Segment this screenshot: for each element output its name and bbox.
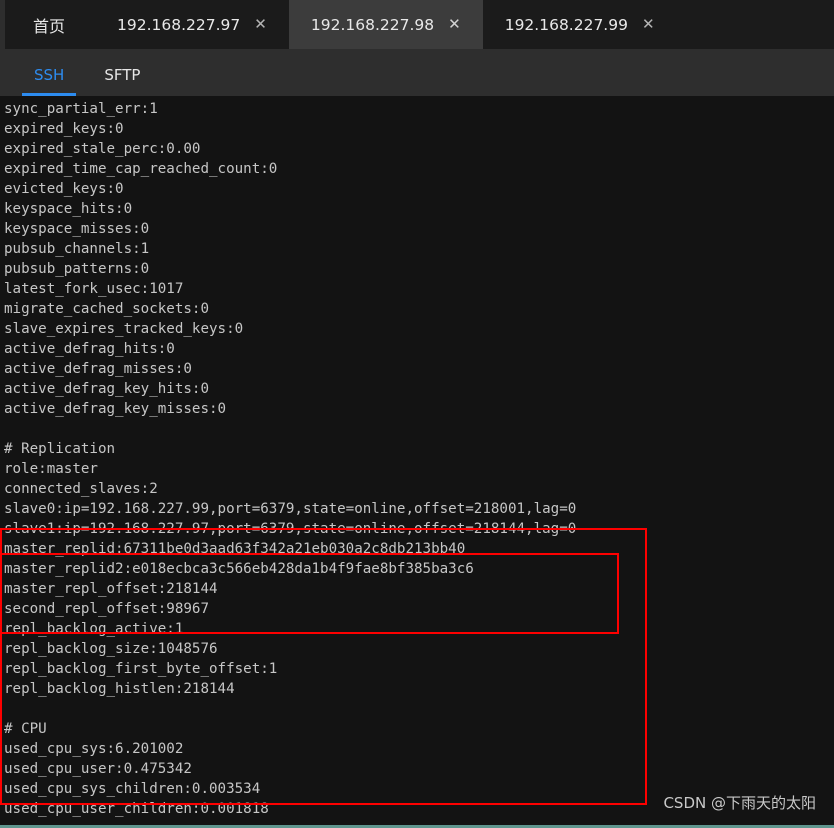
terminal-line: master_repl_offset:218144 [4,581,218,597]
protocol-tab-bar: SSH SFTP [0,49,834,96]
terminal-line: active_defrag_misses:0 [4,361,192,377]
tab-sftp[interactable]: SFTP [84,66,160,96]
terminal-line: sync_partial_err:1 [4,101,158,117]
terminal-line: active_defrag_hits:0 [4,341,175,357]
terminal-output-pane[interactable]: sync_partial_err:1 expired_keys:0 expired_… [0,96,834,825]
terminal-line: used_cpu_sys:6.201002 [4,741,184,757]
terminal-line: pubsub_channels:1 [4,241,150,257]
terminal-text: sync_partial_err:1 expired_keys:0 expired_… [2,99,834,819]
tab-192-168-227-98[interactable]: 192.168.227.98 ✕ [288,0,483,49]
terminal-line: pubsub_patterns:0 [4,261,150,277]
terminal-line: role:master [4,461,98,477]
tab-ssh-label: SSH [34,66,65,84]
terminal-line: # Replication [4,441,116,457]
terminal-line: connected_slaves:2 [4,481,158,497]
close-icon[interactable]: ✕ [642,17,655,32]
close-icon[interactable]: ✕ [254,17,267,32]
terminal-line: expired_time_cap_reached_count:0 [4,161,278,177]
tab-ssh[interactable]: SSH [14,66,84,96]
terminal-line: repl_backlog_active:1 [4,621,184,637]
terminal-line: keyspace_hits:0 [4,201,133,217]
terminal-line: keyspace_misses:0 [4,221,150,237]
terminal-line: second_repl_offset:98967 [4,601,209,617]
terminal-line: repl_backlog_first_byte_offset:1 [4,661,278,677]
tab-label: 192.168.227.97 [117,15,241,34]
terminal-line: expired_stale_perc:0.00 [4,141,201,157]
tab-192-168-227-97[interactable]: 192.168.227.97 ✕ [95,0,289,49]
tab-bar: 首页 192.168.227.97 ✕ 192.168.227.98 ✕ 192… [0,0,834,49]
terminal-line: latest_fork_usec:1017 [4,281,184,297]
watermark: CSDN @下雨天的太阳 [663,794,816,812]
terminal-line: evicted_keys:0 [4,181,124,197]
terminal-line: slave1:ip=192.168.227.97,port=6379,state… [4,521,577,537]
terminal-line: active_defrag_key_hits:0 [4,381,209,397]
terminal-line: expired_keys:0 [4,121,124,137]
tab-sftp-label: SFTP [104,66,141,84]
close-icon[interactable]: ✕ [448,17,461,32]
terminal-line: master_replid:67311be0d3aad63f342a21eb03… [4,541,466,557]
tab-label: 192.168.227.98 [310,15,435,34]
terminal-line: used_cpu_user:0.475342 [4,761,192,777]
terminal-line: slave0:ip=192.168.227.99,port=6379,state… [4,501,577,517]
terminal-line: slave_expires_tracked_keys:0 [4,321,244,337]
tab-label: 192.168.227.99 [504,15,628,34]
terminal-line: repl_backlog_histlen:218144 [4,681,235,697]
terminal-line: # CPU [4,721,47,737]
terminal-line: master_replid2:e018ecbca3c566eb428da1b4f… [4,561,474,577]
terminal-line: migrate_cached_sockets:0 [4,301,209,317]
tab-192-168-227-99[interactable]: 192.168.227.99 ✕ [483,0,677,49]
terminal-line: active_defrag_key_misses:0 [4,401,227,417]
tab-home-label: 首页 [33,16,66,36]
tab-home[interactable]: 首页 [5,0,95,49]
terminal-window: 首页 192.168.227.97 ✕ 192.168.227.98 ✕ 192… [0,0,834,828]
terminal-line: repl_backlog_size:1048576 [4,641,218,657]
